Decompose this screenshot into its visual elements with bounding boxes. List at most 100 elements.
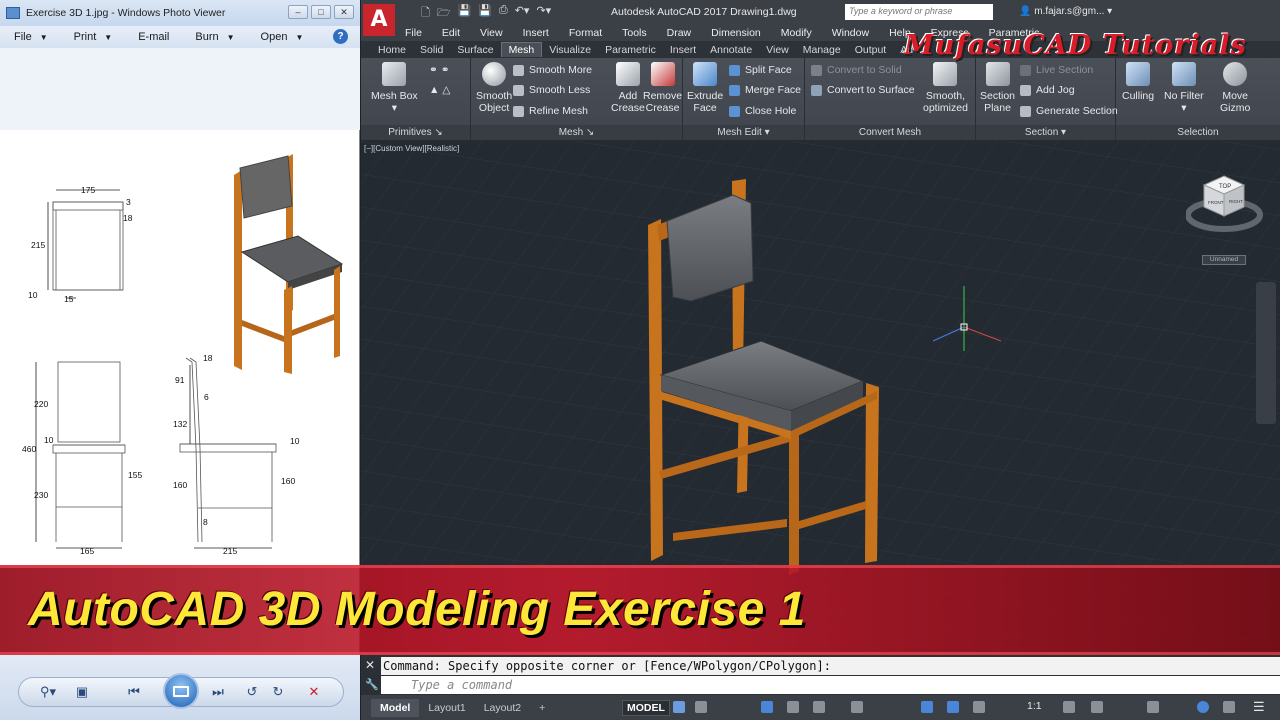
maximize-button[interactable]: □ [311, 5, 331, 19]
menu-open[interactable]: Open ▼ [261, 31, 304, 43]
menu-insert[interactable]: Insert [523, 27, 549, 39]
delete-icon[interactable]: ✕ [301, 681, 327, 703]
convert-to-solid-button[interactable]: Convert to Solid [811, 64, 902, 76]
tab-solid[interactable]: Solid [413, 43, 450, 57]
help-icon[interactable]: ? [333, 29, 348, 44]
generate-section-button[interactable]: Generate Section [1020, 105, 1118, 117]
menu-edit[interactable]: Edit [442, 27, 460, 39]
menu-email[interactable]: E-mail [138, 31, 169, 43]
panel-label-mesh[interactable]: Mesh ↘ [471, 125, 682, 140]
ucs-menu-unnamed[interactable]: Unnamed [1202, 255, 1246, 265]
selection-cycling-icon[interactable] [973, 701, 985, 713]
split-face-button[interactable]: Split Face [729, 64, 792, 76]
mesh-box-button[interactable]: Mesh Box ▾ [371, 62, 418, 114]
redo-icon[interactable]: ↷▾ [536, 4, 551, 23]
customization-menu-icon[interactable]: ☰ [1253, 699, 1265, 715]
close-button[interactable]: ✕ [334, 5, 354, 19]
rotate-left-icon[interactable]: ↺ [239, 681, 265, 703]
tab-layout1[interactable]: Layout1 [419, 699, 474, 717]
isolate-icon[interactable] [1147, 701, 1159, 713]
add-layout-button[interactable]: + [530, 699, 554, 717]
tab-visualize[interactable]: Visualize [542, 43, 598, 57]
snap-icon[interactable] [695, 701, 707, 713]
save-icon[interactable]: 💾 [458, 4, 472, 23]
minimize-button[interactable]: – [288, 5, 308, 19]
tab-manage[interactable]: Manage [796, 43, 848, 57]
transparency-icon[interactable] [947, 701, 959, 713]
refine-mesh-button[interactable]: Refine Mesh [513, 105, 588, 117]
remove-crease-button[interactable]: Remove Crease [643, 62, 682, 114]
menu-file[interactable]: File [405, 27, 422, 39]
smooth-optimized-dropdown[interactable]: Smooth, optimized [923, 62, 968, 114]
clean-screen-icon[interactable] [1223, 701, 1235, 713]
viewport-controls-label[interactable]: [−][Custom View][Realistic] [364, 144, 459, 153]
tab-home[interactable]: Home [371, 43, 413, 57]
merge-face-button[interactable]: Merge Face [729, 84, 801, 96]
tab-mesh[interactable]: Mesh [500, 42, 543, 57]
undo-icon[interactable]: ↶▾ [515, 4, 530, 23]
tab-surface[interactable]: Surface [450, 43, 500, 57]
slideshow-button[interactable] [163, 673, 199, 709]
menu-format[interactable]: Format [569, 27, 602, 39]
panel-label-selection[interactable]: Selection [1116, 125, 1280, 140]
close-icon[interactable]: ✕ [365, 658, 375, 672]
rotate-right-icon[interactable]: ↻ [265, 681, 291, 703]
ortho-icon[interactable] [761, 701, 773, 713]
section-plane-button[interactable]: Section Plane [980, 62, 1015, 114]
model-space-toggle[interactable]: MODEL [622, 700, 670, 716]
menu-print[interactable]: Print ▼ [74, 31, 113, 43]
osnap-icon[interactable] [813, 701, 825, 713]
menu-view[interactable]: View [480, 27, 503, 39]
gear-icon[interactable] [1063, 701, 1075, 713]
otrack-icon[interactable] [851, 701, 863, 713]
tab-insert[interactable]: Insert [663, 43, 703, 57]
actual-size-icon[interactable]: ▣ [69, 681, 95, 703]
panel-label-primitives[interactable]: Primitives ↘ [361, 125, 470, 140]
menu-draw[interactable]: Draw [667, 27, 692, 39]
hardware-acceleration-icon[interactable] [1197, 701, 1209, 713]
mesh-cone-icon[interactable]: ▲ △ [429, 84, 450, 96]
zoom-icon[interactable]: ⚲▾ [35, 681, 61, 703]
tab-model[interactable]: Model [371, 698, 420, 717]
grid-icon[interactable] [673, 701, 685, 713]
tab-annotate[interactable]: Annotate [703, 43, 759, 57]
close-hole-button[interactable]: Close Hole [729, 105, 796, 117]
lineweight-icon[interactable] [921, 701, 933, 713]
autocad-app-logo[interactable]: A [363, 4, 395, 36]
convert-to-surface-button[interactable]: Convert to Surface [811, 84, 915, 96]
extrude-face-button[interactable]: Extrude Face [687, 62, 723, 114]
plus-icon[interactable] [1091, 701, 1103, 713]
mesh-cylinder-icon[interactable]: ⚭ ⚭ [429, 64, 450, 76]
search-input[interactable]: Type a keyword or phrase [845, 4, 993, 20]
tab-output[interactable]: Output [848, 43, 894, 57]
panel-label-mesh-edit[interactable]: Mesh Edit ▾ [683, 125, 804, 140]
command-input[interactable]: Type a command [381, 676, 1280, 694]
annotation-scale[interactable]: 1:1 [1027, 700, 1042, 712]
menu-window[interactable]: Window [832, 27, 869, 39]
panel-label-section[interactable]: Section ▾ [976, 125, 1115, 140]
smooth-more-button[interactable]: Smooth More [513, 64, 592, 76]
move-gizmo-dropdown[interactable]: Move Gizmo [1220, 62, 1250, 114]
culling-button[interactable]: Culling [1122, 62, 1154, 102]
smooth-less-button[interactable]: Smooth Less [513, 84, 590, 96]
no-filter-dropdown[interactable]: No Filter ▾ [1164, 62, 1204, 114]
menu-dimension[interactable]: Dimension [711, 27, 761, 39]
save-as-icon[interactable]: 💾 [478, 4, 492, 23]
add-crease-button[interactable]: Add Crease [611, 62, 645, 114]
navigation-bar[interactable] [1256, 282, 1276, 424]
polar-icon[interactable] [787, 701, 799, 713]
print-icon[interactable]: ⎙ [499, 4, 508, 23]
new-file-icon[interactable]: 🗋 [421, 4, 430, 23]
tab-view[interactable]: View [759, 43, 796, 57]
open-file-icon[interactable]: 🗁 [437, 4, 451, 23]
live-section-button[interactable]: Live Section [1020, 64, 1093, 76]
previous-icon[interactable]: ⏮ [121, 681, 147, 703]
wrench-icon[interactable]: 🔧 [365, 678, 379, 691]
menu-modify[interactable]: Modify [781, 27, 812, 39]
menu-tools[interactable]: Tools [622, 27, 647, 39]
next-icon[interactable]: ⏭ [205, 681, 231, 703]
menu-file[interactable]: File ▼ [14, 31, 48, 43]
menu-burn[interactable]: Burn ▼ [195, 31, 234, 43]
tab-parametric[interactable]: Parametric [598, 43, 663, 57]
smooth-object-button[interactable]: Smooth Object [476, 62, 512, 114]
